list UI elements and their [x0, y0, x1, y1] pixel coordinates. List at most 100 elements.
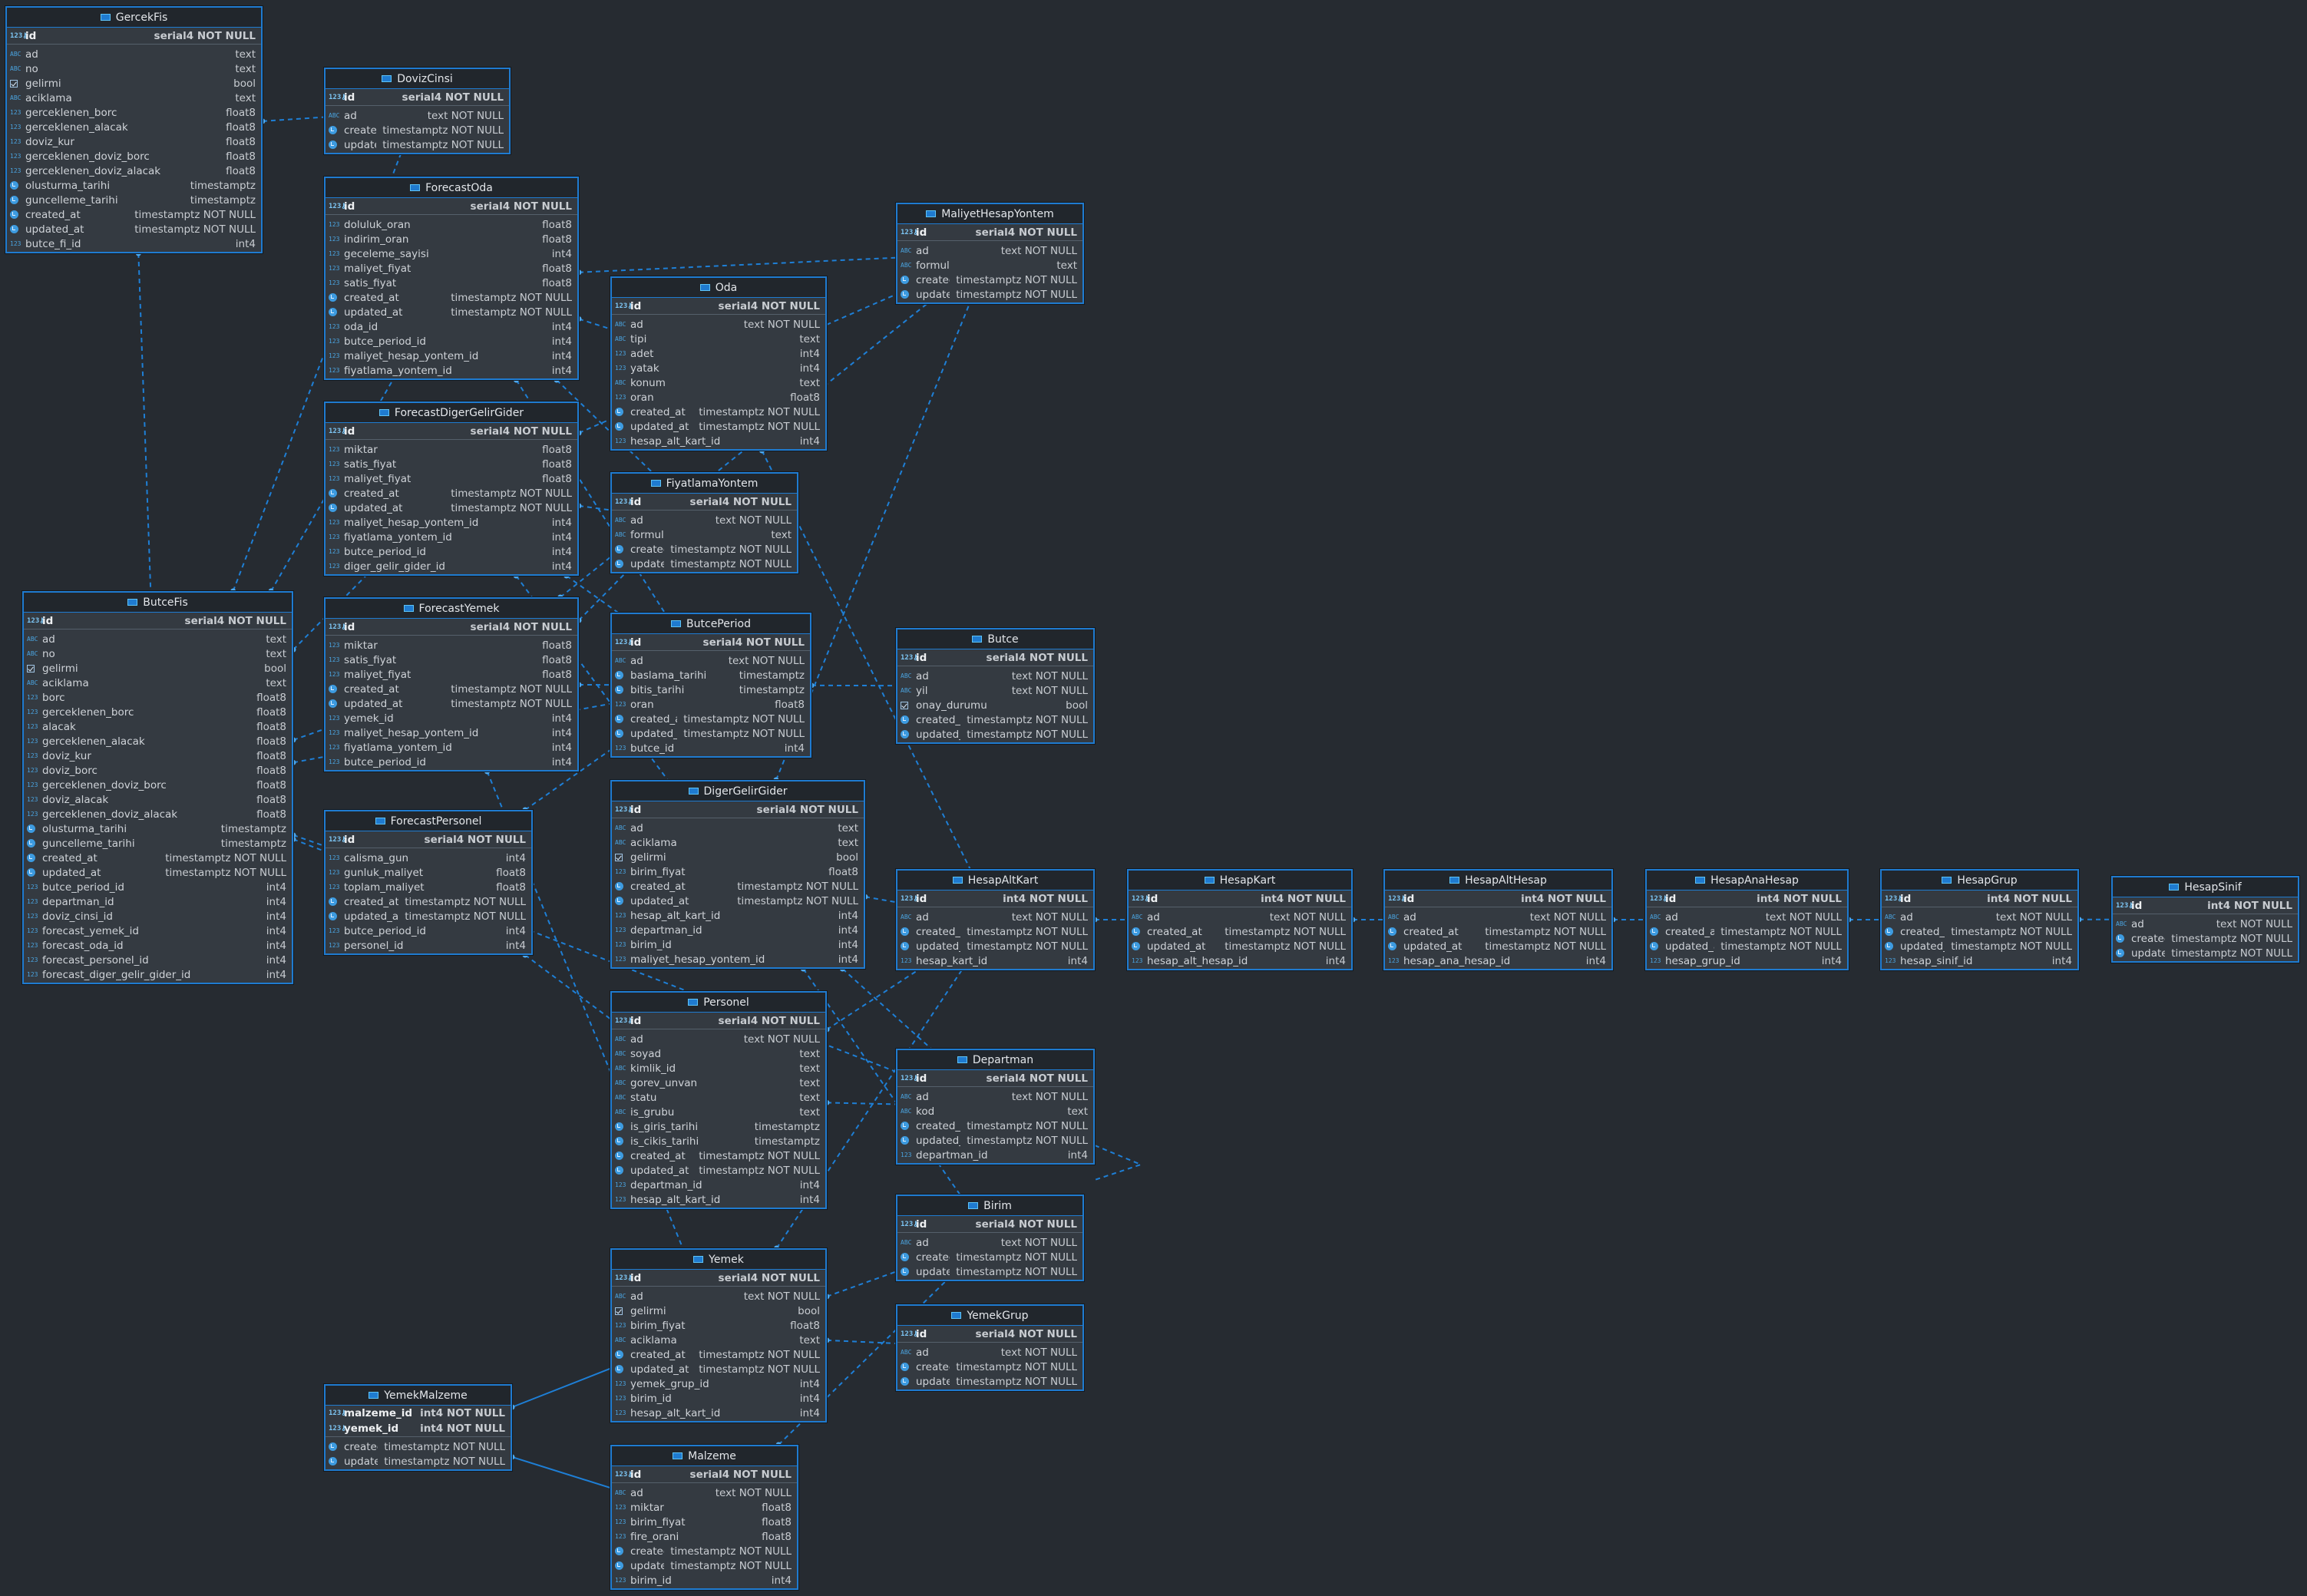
- column-row[interactable]: 123 calisma_gun int4: [326, 851, 531, 865]
- column-row[interactable]: 123⚷ malzeme_id int4 NOT NULL: [326, 1406, 511, 1420]
- column-row[interactable]: 123 departman_id int4: [24, 894, 292, 909]
- column-row[interactable]: 123 miktar float8: [326, 442, 577, 457]
- table-doviz-cinsi[interactable]: DovizCinsi 123⚷ id serial4 NOT NULL ABC ad tex…: [324, 68, 511, 154]
- table-oda[interactable]: Oda 123⚷ id serial4 NOT NULL ABC ad text NOT N…: [610, 276, 827, 451]
- table-header[interactable]: YemekMalzeme: [326, 1386, 511, 1406]
- column-row[interactable]: 123⚷ id serial4 NOT NULL: [7, 28, 261, 45]
- column-row[interactable]: created_at timestamptz NOT NULL: [7, 207, 261, 222]
- column-row[interactable]: 123 fiyatlama_yontem_id int4: [326, 363, 577, 378]
- table-header[interactable]: ButcePeriod: [612, 614, 810, 634]
- column-row[interactable]: created_at timestamptz NOT NULL: [897, 273, 1082, 287]
- column-row[interactable]: 123 personel_id int4: [326, 938, 531, 953]
- column-row[interactable]: 123⚷ id serial4 NOT NULL: [612, 298, 825, 315]
- column-row[interactable]: 123 birim_fiyat float8: [612, 1318, 825, 1333]
- column-row[interactable]: created_at timestamptz NOT NULL: [612, 542, 797, 557]
- column-row[interactable]: 123 maliyet_hesap_yontem_id int4: [326, 725, 577, 740]
- table-hesap-sinif[interactable]: HesapSinif 123⚷ id int4 NOT NULL ABC ad text N…: [2111, 876, 2299, 963]
- column-row[interactable]: 123⚷ id serial4 NOT NULL: [612, 801, 864, 818]
- column-row[interactable]: 123⚷ id serial4 NOT NULL: [897, 1216, 1082, 1233]
- table-hesap-alt-kart[interactable]: HesapAltKart 123⚷ id int4 NOT NULL ABC ad text…: [896, 869, 1095, 970]
- column-row[interactable]: created_at timestamptz NOT NULL: [1647, 924, 1847, 939]
- column-row[interactable]: 123⚷ yemek_id int4 NOT NULL: [326, 1420, 511, 1437]
- table-yemek-malzeme[interactable]: YemekMalzeme 123⚷ malzeme_id int4 NOT NULL 1…: [324, 1384, 512, 1471]
- column-row[interactable]: olusturma_tarihi timestamptz: [24, 821, 292, 836]
- column-row[interactable]: ABC ad text NOT NULL: [326, 108, 509, 123]
- column-row[interactable]: updated_at timestamptz NOT NULL: [326, 137, 509, 152]
- column-row[interactable]: 123⚷ id int4 NOT NULL: [1129, 891, 1351, 907]
- column-row[interactable]: updated_at timestamptz NOT NULL: [326, 696, 577, 711]
- table-hesap-grup[interactable]: HesapGrup 123⚷ id int4 NOT NULL ABC ad text NO…: [1880, 869, 2079, 970]
- column-row[interactable]: 123 geceleme_sayisi int4: [326, 246, 577, 261]
- column-row[interactable]: guncelleme_tarihi timestamptz: [7, 193, 261, 207]
- column-row[interactable]: ABC formul text: [897, 258, 1082, 273]
- column-row[interactable]: ABC ad text NOT NULL: [612, 1289, 825, 1304]
- column-row[interactable]: ABC ad text NOT NULL: [897, 1345, 1082, 1360]
- column-row[interactable]: ABC konum text: [612, 375, 825, 390]
- column-row[interactable]: ABC is_grubu text: [612, 1105, 825, 1119]
- column-row[interactable]: 123 birim_fiyat float8: [612, 1515, 797, 1529]
- column-row[interactable]: 123⚷ id serial4 NOT NULL: [897, 1070, 1093, 1087]
- column-row[interactable]: olusturma_tarihi timestamptz: [7, 178, 261, 193]
- column-row[interactable]: 123 hesap_grup_id int4: [1647, 953, 1847, 968]
- table-header[interactable]: ForecastPersonel: [326, 811, 531, 831]
- column-row[interactable]: 123 maliyet_fiyat float8: [326, 667, 577, 682]
- table-header[interactable]: DigerGelirGider: [612, 781, 864, 801]
- column-row[interactable]: 123⚷ id serial4 NOT NULL: [897, 1326, 1082, 1343]
- column-row[interactable]: created_at timestamptz NOT NULL: [326, 894, 531, 909]
- column-row[interactable]: 123⚷ id serial4 NOT NULL: [612, 1466, 797, 1483]
- column-row[interactable]: 123 gunluk_maliyet float8: [326, 865, 531, 880]
- column-row[interactable]: onay_durumu bool: [897, 698, 1093, 712]
- column-row[interactable]: 123 fire_orani float8: [612, 1529, 797, 1544]
- column-row[interactable]: guncelleme_tarihi timestamptz: [24, 836, 292, 851]
- column-row[interactable]: ABC ad text: [24, 632, 292, 646]
- table-header[interactable]: ForecastYemek: [326, 599, 577, 619]
- table-departman[interactable]: Departman 123⚷ id serial4 NOT NULL ABC ad text…: [896, 1049, 1095, 1165]
- column-row[interactable]: created_at timestamptz NOT NULL: [24, 851, 292, 865]
- column-row[interactable]: 123⚷ id serial4 NOT NULL: [24, 613, 292, 629]
- column-row[interactable]: gelirmi bool: [612, 1304, 825, 1318]
- column-row[interactable]: is_giris_tarihi timestamptz: [612, 1119, 825, 1134]
- column-row[interactable]: 123⚷ id serial4 NOT NULL: [612, 1013, 825, 1029]
- column-row[interactable]: 123 hesap_alt_kart_id int4: [612, 434, 825, 448]
- table-hesap-alt-hesap[interactable]: HesapAltHesap 123⚷ id int4 NOT NULL ABC ad tex…: [1383, 869, 1613, 970]
- table-header[interactable]: Oda: [612, 278, 825, 298]
- column-row[interactable]: 123 forecast_oda_id int4: [24, 938, 292, 953]
- column-row[interactable]: 123⚷ id serial4 NOT NULL: [897, 649, 1093, 666]
- column-row[interactable]: 123 doviz_kur float8: [7, 134, 261, 149]
- column-row[interactable]: updated_at timestamptz NOT NULL: [897, 1133, 1093, 1148]
- column-row[interactable]: 123 gerceklenen_alacak float8: [7, 120, 261, 134]
- column-row[interactable]: created_at timestamptz NOT NULL: [612, 879, 864, 894]
- column-row[interactable]: 123 maliyet_fiyat float8: [326, 261, 577, 276]
- column-row[interactable]: ABC ad text NOT NULL: [897, 243, 1082, 258]
- table-header[interactable]: YemekGrup: [897, 1306, 1082, 1326]
- column-row[interactable]: 123 yemek_grup_id int4: [612, 1376, 825, 1391]
- column-row[interactable]: ABC ad text NOT NULL: [897, 669, 1093, 683]
- column-row[interactable]: 123⚷ id serial4 NOT NULL: [612, 494, 797, 511]
- table-birim[interactable]: Birim 123⚷ id serial4 NOT NULL ABC ad text NOT…: [896, 1195, 1084, 1281]
- table-header[interactable]: ForecastOda: [326, 178, 577, 198]
- column-row[interactable]: 123 butce_period_id int4: [326, 544, 577, 559]
- column-row[interactable]: bitis_tarihi timestamptz: [612, 682, 810, 697]
- column-row[interactable]: ABC aciklama text: [24, 676, 292, 690]
- column-row[interactable]: ABC ad text NOT NULL: [1385, 910, 1611, 924]
- column-row[interactable]: updated_at timestamptz NOT NULL: [326, 909, 531, 924]
- column-row[interactable]: 123 maliyet_hesap_yontem_id int4: [326, 515, 577, 530]
- column-row[interactable]: 123⚷ id serial4 NOT NULL: [612, 1270, 825, 1287]
- column-row[interactable]: ABC ad text NOT NULL: [612, 653, 810, 668]
- column-row[interactable]: 123 doviz_cinsi_id int4: [24, 909, 292, 924]
- column-row[interactable]: 123 gerceklenen_alacak float8: [24, 734, 292, 748]
- column-row[interactable]: created_at timestamptz NOT NULL: [897, 1119, 1093, 1133]
- column-row[interactable]: 123 departman_id int4: [612, 923, 864, 937]
- column-row[interactable]: updated_at timestamptz NOT NULL: [612, 726, 810, 741]
- column-row[interactable]: 123 hesap_ana_hesap_id int4: [1385, 953, 1611, 968]
- table-header[interactable]: HesapAltHesap: [1385, 871, 1611, 891]
- column-row[interactable]: 123⚷ id int4 NOT NULL: [1647, 891, 1847, 907]
- er-diagram-canvas[interactable]: GercekFis 123⚷ id serial4 NOT NULL ABC ad text…: [0, 0, 2307, 1596]
- column-row[interactable]: 123 butce_period_id int4: [326, 924, 531, 938]
- column-row[interactable]: created_at timestamptz NOT NULL: [612, 712, 810, 726]
- column-row[interactable]: ABC gorev_unvan text: [612, 1076, 825, 1090]
- column-row[interactable]: created_at timestamptz NOT NULL: [326, 290, 577, 305]
- column-row[interactable]: 123 gerceklenen_doviz_borc float8: [7, 149, 261, 164]
- column-row[interactable]: ABC statu text: [612, 1090, 825, 1105]
- column-row[interactable]: 123⚷ id serial4 NOT NULL: [326, 831, 531, 848]
